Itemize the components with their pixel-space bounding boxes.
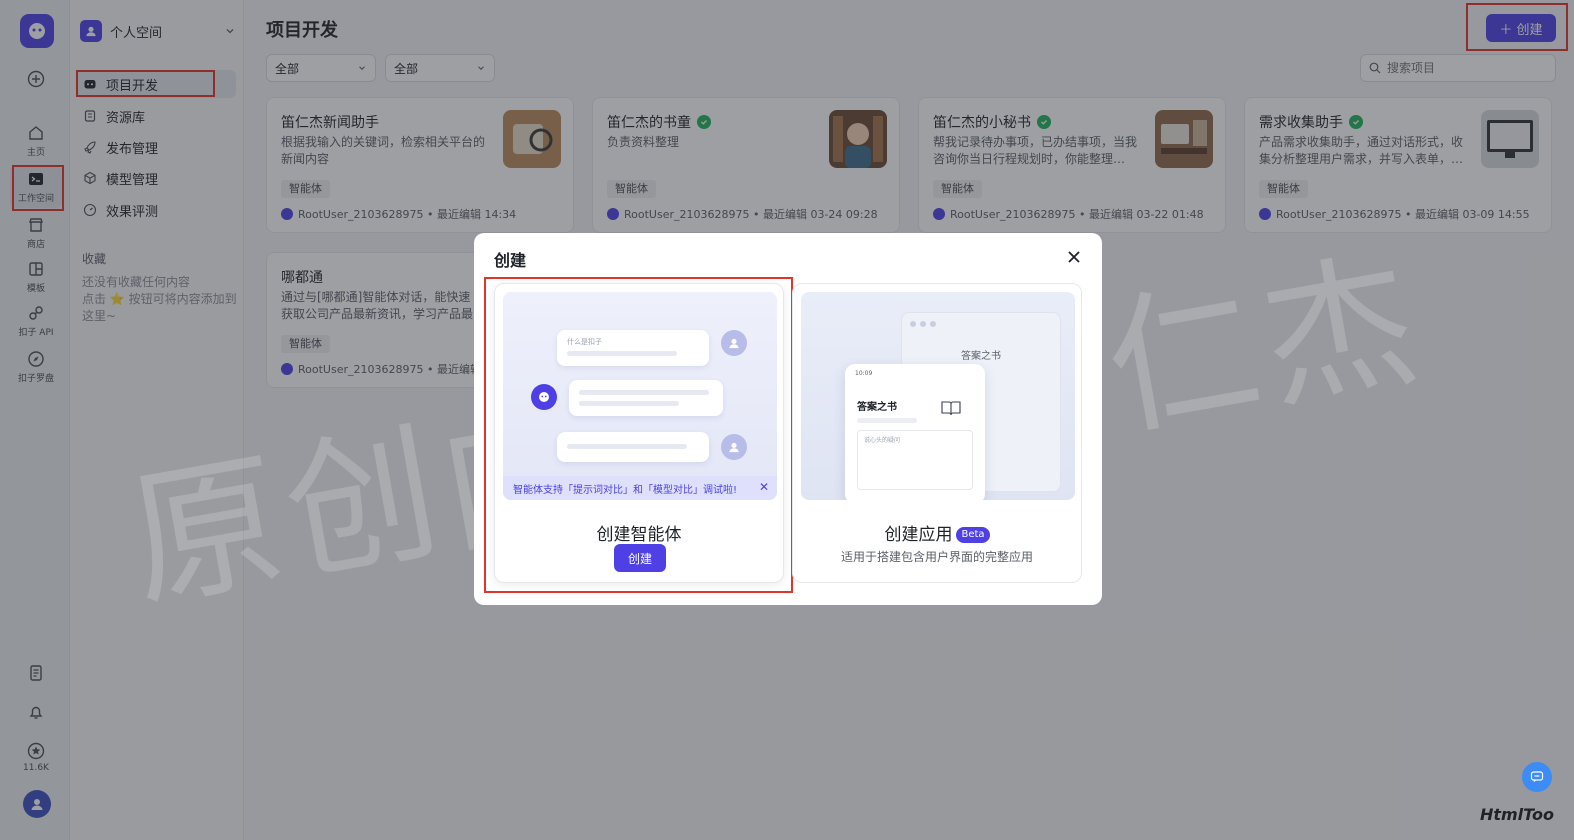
chat-bubble — [569, 380, 723, 416]
phone-title: 答案之书 — [857, 402, 897, 413]
notice-close-icon[interactable]: ✕ — [759, 480, 769, 494]
phone-time: 10:09 — [855, 370, 873, 377]
close-button[interactable] — [1064, 247, 1084, 267]
create-app-option[interactable]: 答案之书 10:09 答案之书 说心头的疑问 创建应用 Beta 适用于搭建包含用… — [792, 283, 1082, 583]
bot-avatar-illustration — [531, 384, 557, 410]
beta-badge: Beta — [956, 527, 990, 543]
feature-notice: 智能体支持「提示词对比」和「模型对比」调试啦! ✕ — [503, 476, 777, 500]
chat-bubble — [557, 432, 709, 462]
app-option-name-text: 创建应用 — [884, 525, 953, 545]
brand-watermark: HtmlToo — [1479, 805, 1554, 824]
chat-bubble: 什么是扣子 — [557, 330, 709, 366]
phone-illustration: 10:09 答案之书 说心头的疑问 — [845, 364, 985, 500]
feedback-button[interactable] — [1522, 762, 1552, 792]
book-icon — [941, 401, 961, 416]
bubble-hint-text: 什么是扣子 — [567, 338, 602, 346]
notice-text: 智能体支持「提示词对比」和「模型对比」调试啦! — [513, 484, 738, 496]
user-avatar-illustration — [721, 330, 747, 356]
app-illustration: 答案之书 10:09 答案之书 说心头的疑问 — [801, 292, 1075, 500]
phone-input-placeholder: 说心头的疑问 — [864, 437, 901, 444]
phone-input-illustration: 说心头的疑问 — [857, 430, 973, 490]
create-agent-option[interactable]: 什么是扣子 智能体支持「提示词对比」和「模型对比」调试啦! ✕ 创建智能体 创建 — [494, 283, 784, 583]
modal-title: 创建 — [494, 251, 527, 270]
create-modal: 创建 什么是扣子 智能体支持「提示词对比」和「模型对比」调试啦! ✕ 创建智能体… — [474, 233, 1102, 605]
app-option-name: 创建应用 Beta — [793, 520, 1081, 545]
app-option-desc: 适用于搭建包含用户界面的完整应用 — [840, 550, 1033, 564]
art-title: 答案之书 — [961, 351, 1001, 362]
close-icon — [1068, 251, 1080, 263]
chat-icon — [1530, 771, 1544, 783]
create-agent-button[interactable]: 创建 — [614, 544, 666, 572]
user-avatar-illustration — [721, 434, 747, 460]
agent-illustration: 什么是扣子 智能体支持「提示词对比」和「模型对比」调试啦! ✕ — [503, 292, 777, 500]
agent-option-name: 创建智能体 — [596, 525, 682, 545]
